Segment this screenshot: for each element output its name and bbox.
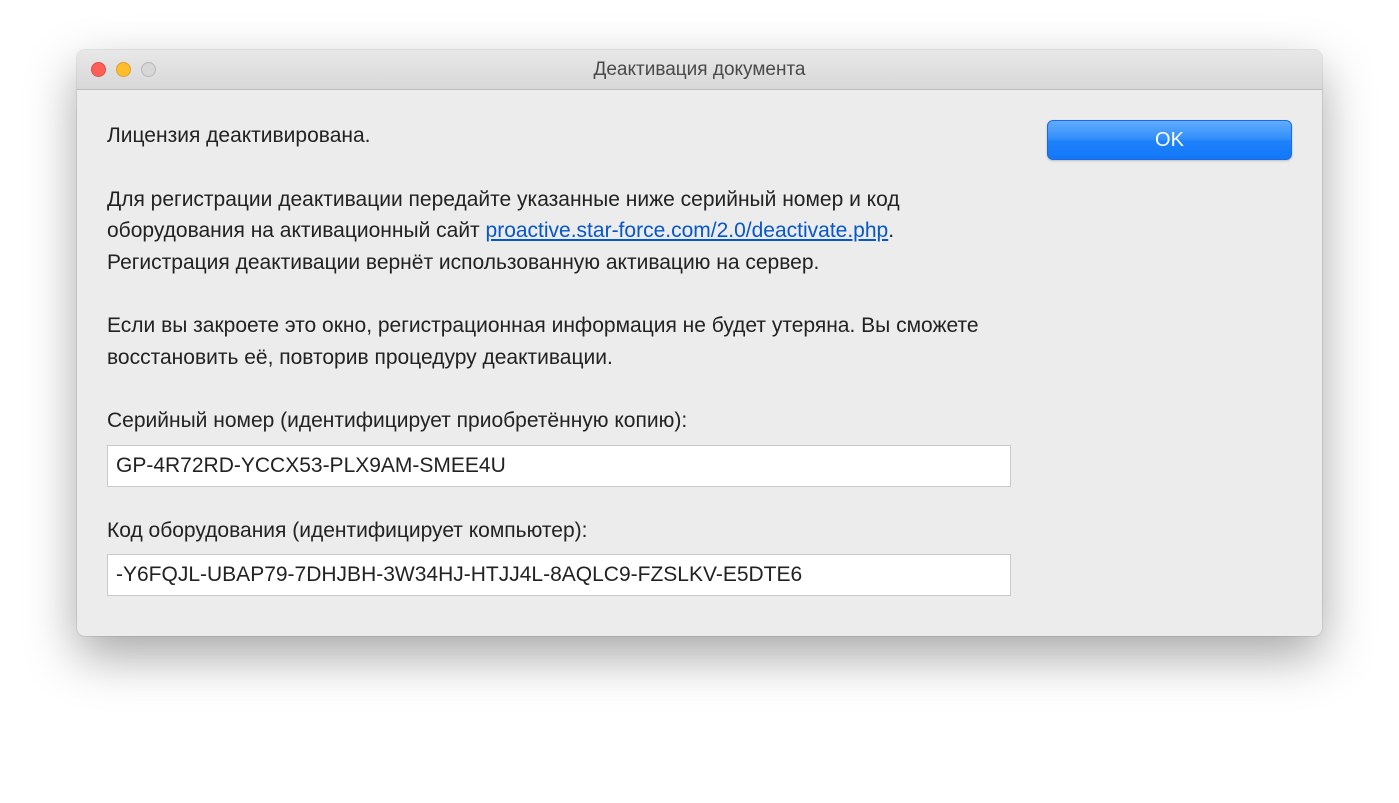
dialog-content: Лицензия деактивирована. Для регистрации… bbox=[77, 90, 1322, 636]
text-column: Лицензия деактивирована. Для регистрации… bbox=[107, 120, 1011, 596]
deactivated-message: Лицензия деактивирована. bbox=[107, 120, 1011, 152]
deactivation-link[interactable]: proactive.star-force.com/2.0/deactivate.… bbox=[486, 219, 889, 242]
dialog-window: Деактивация документа Лицензия деактивир… bbox=[77, 50, 1322, 636]
titlebar[interactable]: Деактивация документа bbox=[77, 50, 1322, 90]
serial-number-label: Серийный номер (идентифицирует приобретё… bbox=[107, 405, 1011, 437]
hardware-code-field[interactable] bbox=[107, 554, 1011, 596]
window-title: Деактивация документа bbox=[77, 59, 1322, 81]
maximize-icon bbox=[141, 62, 156, 77]
registration-instructions: Для регистрации деактивации передайте ук… bbox=[107, 184, 1011, 279]
hardware-code-label: Код оборудования (идентифицирует компьют… bbox=[107, 515, 1011, 547]
close-icon[interactable] bbox=[91, 62, 106, 77]
serial-number-field[interactable] bbox=[107, 445, 1011, 487]
traffic-lights bbox=[77, 62, 156, 77]
ok-button[interactable]: OK bbox=[1047, 120, 1292, 160]
minimize-icon[interactable] bbox=[116, 62, 131, 77]
button-column: OK bbox=[1047, 120, 1292, 596]
window-close-note: Если вы закроете это окно, регистрационн… bbox=[107, 310, 1011, 373]
